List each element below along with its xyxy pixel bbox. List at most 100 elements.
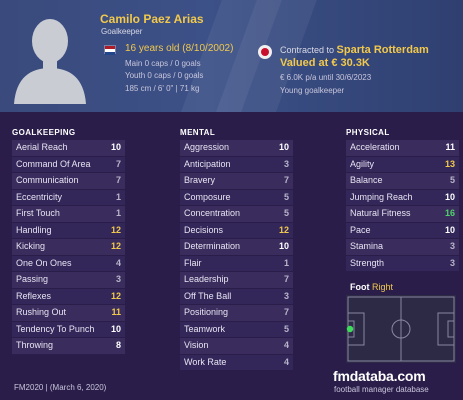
attribute-label: Reflexes <box>16 290 52 301</box>
attribute-row: Jumping Reach 10 <box>346 189 459 205</box>
attribute-value: 7 <box>283 175 289 185</box>
attribute-label: Concentration <box>184 208 241 218</box>
player-physique: 185 cm / 6' 0" | 71 kg <box>125 84 200 93</box>
attribute-label: Handling <box>16 224 52 235</box>
attribute-label: Aerial Reach <box>16 142 68 152</box>
attribute-row: Decisions 12 <box>180 222 293 238</box>
attribute-value: 5 <box>449 175 455 185</box>
attribute-value: 11 <box>445 142 455 152</box>
attribute-value: 3 <box>115 274 121 284</box>
player-position: Goalkeeper <box>101 27 143 36</box>
attribute-row: Throwing 8 <box>12 338 125 354</box>
player-role: Young goalkeeper <box>280 86 345 95</box>
attribute-label: Decisions <box>184 224 224 235</box>
attribute-row: Bravery 7 <box>180 173 293 189</box>
attribute-value: 13 <box>444 158 455 169</box>
attribute-value: 3 <box>283 290 289 301</box>
attribute-value: 5 <box>283 191 289 202</box>
section-physical: PHYSICAL <box>346 128 390 137</box>
attribute-value: 10 <box>110 142 121 152</box>
attribute-row: Stamina 3 <box>346 239 459 255</box>
attribute-label: Leadership <box>184 274 229 284</box>
attribute-label: Flair <box>184 257 202 268</box>
attribute-row: Natural Fitness 16 <box>346 206 459 222</box>
attribute-label: Passing <box>16 274 49 284</box>
club-name[interactable]: Sparta Rotterdam <box>337 44 429 56</box>
attribute-label: Agility <box>350 158 375 169</box>
attribute-row: Flair 1 <box>180 255 293 271</box>
attribute-row: Tendency To Punch 10 <box>12 321 125 337</box>
attribute-row: Aggression 10 <box>180 140 293 156</box>
attribute-label: Rushing Out <box>16 307 67 317</box>
physical-attributes: Acceleration 11 Agility 13 Balance 5 Jumping R… <box>346 140 459 272</box>
attribute-value: 12 <box>110 241 121 251</box>
attribute-label: Eccentricity <box>16 191 63 202</box>
attribute-label: Anticipation <box>184 158 231 169</box>
attribute-value: 4 <box>283 356 289 367</box>
attribute-row: First Touch 1 <box>12 206 125 222</box>
attribute-label: One On Ones <box>16 257 72 268</box>
attribute-value: 1 <box>115 208 121 218</box>
attribute-row: Vision 4 <box>180 338 293 354</box>
attribute-label: Stamina <box>350 241 384 251</box>
attribute-label: Throwing <box>16 340 54 350</box>
attribute-label: Tendency To Punch <box>16 323 95 334</box>
attribute-label: Command Of Area <box>16 158 91 169</box>
attribute-row: Kicking 12 <box>12 239 125 255</box>
attribute-label: Bravery <box>184 175 216 185</box>
attribute-value: 4 <box>283 340 289 350</box>
attribute-value: 10 <box>444 224 455 235</box>
section-mental: MENTAL <box>180 128 216 137</box>
player-silhouette-icon <box>14 19 86 104</box>
preferred-foot-value: Right <box>372 282 394 292</box>
attribute-label: Balance <box>350 175 383 185</box>
attribute-value: 3 <box>449 257 455 268</box>
attribute-value: 3 <box>449 241 455 251</box>
attribute-row: Work Rate 4 <box>180 354 293 370</box>
version-info: FM2020 | (March 6, 2020) <box>14 383 107 392</box>
goalkeeper-position-marker <box>346 325 354 333</box>
attribute-value: 12 <box>278 224 289 235</box>
attribute-value: 7 <box>115 175 121 185</box>
youth-caps: Youth 0 caps / 0 goals <box>125 71 204 80</box>
attribute-label: Off The Ball <box>184 290 232 301</box>
attribute-label: Composure <box>184 191 231 202</box>
attribute-value: 10 <box>278 142 289 152</box>
attribute-label: First Touch <box>16 208 60 218</box>
brand-logo[interactable]: fmdataba.com <box>333 368 426 384</box>
attribute-row: Eccentricity 1 <box>12 189 125 205</box>
attribute-value: 16 <box>444 208 455 218</box>
attribute-row: One On Ones 4 <box>12 255 125 271</box>
position-pitch <box>346 295 456 363</box>
section-goalkeeping: GOALKEEPING <box>12 128 76 137</box>
attribute-row: Leadership 7 <box>180 272 293 288</box>
attribute-value: 12 <box>110 224 121 235</box>
attribute-row: Anticipation 3 <box>180 156 293 172</box>
attribute-label: Kicking <box>16 241 46 251</box>
attribute-label: Teamwork <box>184 323 226 334</box>
attribute-label: Strength <box>350 257 385 268</box>
netherlands-flag-icon <box>104 45 116 55</box>
attribute-label: Acceleration <box>350 142 400 152</box>
attribute-row: Teamwork 5 <box>180 321 293 337</box>
attribute-row: Handling 12 <box>12 222 125 238</box>
attribute-value: 5 <box>283 323 289 334</box>
attribute-label: Work Rate <box>184 356 227 367</box>
attribute-label: Pace <box>350 224 371 235</box>
attribute-value: 11 <box>111 307 121 317</box>
mental-attributes: Aggression 10 Anticipation 3 Bravery 7 Composu… <box>180 140 293 371</box>
attribute-row: Agility 13 <box>346 156 459 172</box>
attribute-row: Off The Ball 3 <box>180 288 293 304</box>
main-caps: Main 0 caps / 0 goals <box>125 59 201 68</box>
attribute-label: Positioning <box>184 307 229 317</box>
attribute-value: 4 <box>115 257 121 268</box>
attribute-row: Pace 10 <box>346 222 459 238</box>
attribute-row: Composure 5 <box>180 189 293 205</box>
attribute-row: Command Of Area 7 <box>12 156 125 172</box>
attribute-value: 12 <box>110 290 121 301</box>
player-wage: € 6.0K p/a until 30/6/2023 <box>280 73 372 82</box>
attribute-label: Aggression <box>184 142 230 152</box>
attribute-label: Natural Fitness <box>350 208 411 218</box>
attribute-label: Communication <box>16 175 79 185</box>
attribute-value: 7 <box>115 158 121 169</box>
